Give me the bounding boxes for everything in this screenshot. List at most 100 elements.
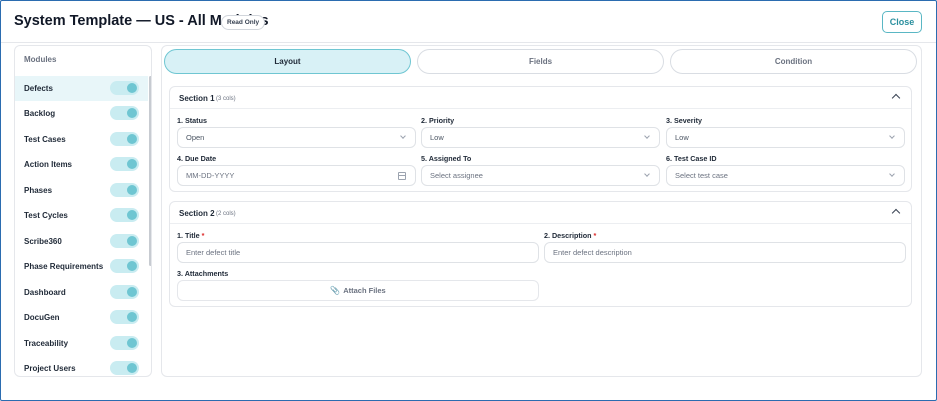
sidebar-item-action-items[interactable]: Action Items — [15, 152, 148, 177]
template-modal: System Template — US - All Modules Read … — [0, 0, 937, 401]
modules-sidebar: Modules Defects Backlog Test Cases Actio… — [14, 45, 152, 377]
chevron-down-icon — [889, 133, 895, 139]
collapse-chevron-icon[interactable] — [891, 93, 901, 103]
toggle-knob — [127, 108, 137, 118]
chevron-down-icon — [400, 133, 406, 139]
sidebar-item-label: Action Items — [24, 160, 73, 169]
module-toggle[interactable] — [110, 336, 139, 350]
sidebar-item-label: Phases — [24, 186, 53, 195]
module-toggle[interactable] — [110, 106, 139, 120]
status-select[interactable]: Open — [177, 127, 416, 148]
sidebar-item-label: Test Cases — [24, 135, 66, 144]
status-value: Open — [186, 133, 205, 142]
due-date-field[interactable]: MM-DD-YYYY — [177, 165, 416, 186]
section-cols: (2 cols) — [216, 210, 236, 217]
sidebar-item-dashboard[interactable]: Dashboard — [15, 280, 148, 305]
sidebar-item-backlog[interactable]: Backlog — [15, 101, 148, 126]
module-toggle[interactable] — [110, 157, 139, 171]
test-case-id-placeholder: Select test case — [675, 171, 728, 180]
toggle-knob — [127, 338, 137, 348]
collapse-chevron-icon[interactable] — [891, 208, 901, 218]
sidebar-item-defects[interactable]: Defects — [15, 76, 148, 101]
sidebar-item-scribe360[interactable]: Scribe360 — [15, 229, 148, 254]
main-panel: Layout Fields Condition Section 1 (3 col… — [161, 45, 922, 377]
toggle-knob — [127, 210, 137, 220]
priority-label: 2. Priority — [421, 116, 455, 125]
attach-files-label: Attach Files — [343, 286, 386, 295]
sidebar-title: Modules — [24, 55, 57, 64]
read-only-badge: Read Only — [221, 15, 266, 30]
sidebar-item-project-users[interactable]: Project Users — [15, 356, 148, 376]
chevron-down-icon — [644, 133, 650, 139]
sidebar-item-docugen[interactable]: DocuGen — [15, 305, 148, 330]
chevron-down-icon — [889, 171, 895, 177]
module-toggle[interactable] — [110, 310, 139, 324]
sidebar-item-phases[interactable]: Phases — [15, 178, 148, 203]
toggle-knob — [127, 185, 137, 195]
sidebar-item-label: Traceability — [24, 339, 69, 348]
description-placeholder: Enter defect description — [553, 248, 632, 257]
tab-layout[interactable]: Layout — [164, 49, 411, 74]
sidebar-item-test-cases[interactable]: Test Cases — [15, 127, 148, 152]
toggle-knob — [127, 83, 137, 93]
due-date-label: 4. Due Date — [177, 154, 217, 163]
section-2: Section 2 (2 cols) 1. Title * Enter defe… — [169, 201, 912, 307]
module-toggle[interactable] — [110, 285, 139, 299]
module-toggle[interactable] — [110, 361, 139, 375]
calendar-icon[interactable] — [398, 172, 406, 180]
required-marker: * — [201, 231, 205, 240]
section-cols: (3 cols) — [216, 95, 236, 102]
toggle-knob — [127, 159, 137, 169]
sidebar-item-label: Backlog — [24, 109, 56, 118]
required-marker: * — [593, 231, 597, 240]
sidebar-item-phase-requirements[interactable]: Phase Requirements — [15, 254, 148, 279]
priority-value: Low — [430, 133, 444, 142]
sidebar-item-label: Dashboard — [24, 288, 66, 297]
assigned-to-label: 5. Assigned To — [421, 154, 472, 163]
section-header: Section 1 (3 cols) — [170, 87, 911, 109]
module-toggle[interactable] — [110, 208, 139, 222]
severity-value: Low — [675, 133, 689, 142]
attachments-label: 3. Attachments — [177, 269, 229, 278]
module-toggle[interactable] — [110, 183, 139, 197]
attach-files-button[interactable]: 📎 Attach Files — [177, 280, 539, 301]
title-placeholder: Enter defect title — [186, 248, 241, 257]
assigned-to-select[interactable]: Select assignee — [421, 165, 660, 186]
toggle-knob — [127, 261, 137, 271]
module-toggle[interactable] — [110, 132, 139, 146]
sidebar-item-label: DocuGen — [24, 313, 60, 322]
severity-label: 3. Severity — [666, 116, 702, 125]
module-toggle[interactable] — [110, 234, 139, 248]
chevron-down-icon — [644, 171, 650, 177]
tab-fields[interactable]: Fields — [417, 49, 664, 74]
toggle-knob — [127, 363, 137, 373]
severity-select[interactable]: Low — [666, 127, 905, 148]
priority-select[interactable]: Low — [421, 127, 660, 148]
sidebar-item-label: Phase Requirements — [24, 262, 104, 271]
section-title: Section 1 — [179, 94, 215, 103]
module-toggle[interactable] — [110, 81, 139, 95]
assigned-to-placeholder: Select assignee — [430, 171, 483, 180]
tab-condition[interactable]: Condition — [670, 49, 917, 74]
sidebar-item-label: Defects — [24, 84, 53, 93]
close-button[interactable]: Close — [882, 11, 922, 33]
sidebar-item-label: Test Cycles — [24, 211, 68, 220]
toggle-knob — [127, 312, 137, 322]
description-field[interactable]: Enter defect description — [544, 242, 906, 263]
description-label-text: 2. Description — [544, 231, 592, 240]
sidebar-item-test-cycles[interactable]: Test Cycles — [15, 203, 148, 228]
title-label: 1. Title * — [177, 231, 204, 240]
test-case-id-select[interactable]: Select test case — [666, 165, 905, 186]
sidebar-item-traceability[interactable]: Traceability — [15, 331, 148, 356]
sidebar-item-label: Scribe360 — [24, 237, 62, 246]
status-label: 1. Status — [177, 116, 207, 125]
due-date-placeholder: MM-DD-YYYY — [186, 171, 235, 180]
module-toggle[interactable] — [110, 259, 139, 273]
title-field[interactable]: Enter defect title — [177, 242, 539, 263]
title-label-text: 1. Title — [177, 231, 200, 240]
sidebar-scrollbar[interactable] — [149, 76, 151, 266]
modal-header: System Template — US - All Modules Read … — [1, 1, 936, 43]
section-1: Section 1 (3 cols) 1. Status Open 2. Pri… — [169, 86, 912, 192]
paperclip-icon: 📎 — [330, 286, 341, 295]
section-title: Section 2 — [179, 209, 215, 218]
